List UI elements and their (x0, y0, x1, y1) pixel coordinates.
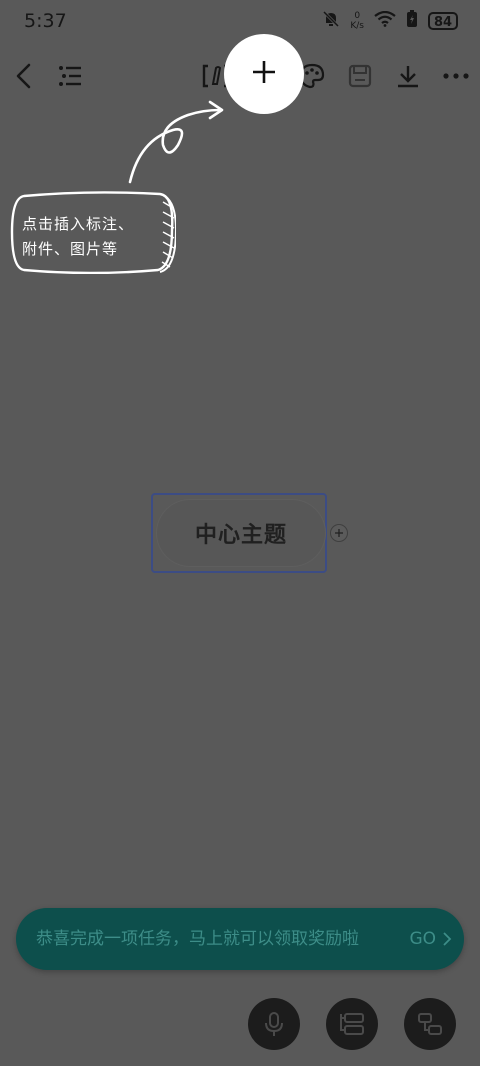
net-speed: 0 K/s (350, 11, 364, 31)
more-icon[interactable] (434, 50, 478, 102)
small-plus-icon (335, 529, 343, 537)
go-label: GO (409, 929, 436, 949)
net-speed-unit: K/s (350, 21, 364, 31)
add-node-icon (418, 1013, 442, 1035)
add-child-node-button[interactable] (330, 524, 348, 542)
reward-banner[interactable]: 恭喜完成一项任务，马上就可以领取奖励啦 GO (16, 908, 464, 970)
back-icon[interactable] (2, 50, 46, 102)
tip-text-line2: 附件、图片等 (22, 240, 119, 258)
wifi-icon (374, 10, 396, 31)
tip-arrow-icon (128, 100, 224, 184)
reward-message: 恭喜完成一项任务，马上就可以领取奖励啦 (36, 929, 359, 949)
outline-icon[interactable] (48, 50, 92, 102)
layout-structure-icon (340, 1013, 364, 1035)
status-bar: 5:37 0 K/s 84 (0, 0, 480, 46)
mic-icon (265, 1012, 283, 1036)
status-icons: 0 K/s 84 (322, 10, 458, 32)
mute-bell-icon (322, 10, 340, 32)
voice-input-button[interactable] (248, 998, 300, 1050)
net-speed-value: 0 (354, 11, 361, 21)
chevron-right-icon (443, 932, 452, 946)
download-icon[interactable] (386, 50, 430, 102)
add-node-button[interactable] (404, 998, 456, 1050)
tip-text: 点击插入标注、 附件、图片等 (22, 212, 162, 262)
battery-saver-icon (406, 10, 418, 32)
central-topic[interactable]: 中心主题 (157, 500, 325, 566)
status-time: 5:37 (24, 10, 67, 32)
reward-go-button[interactable]: GO (409, 908, 452, 970)
tip-text-line1: 点击插入标注、 (22, 215, 135, 233)
battery-level: 84 (428, 12, 458, 30)
save-icon[interactable] (338, 50, 382, 102)
layout-structure-button[interactable] (326, 998, 378, 1050)
plus-icon[interactable] (251, 59, 277, 89)
